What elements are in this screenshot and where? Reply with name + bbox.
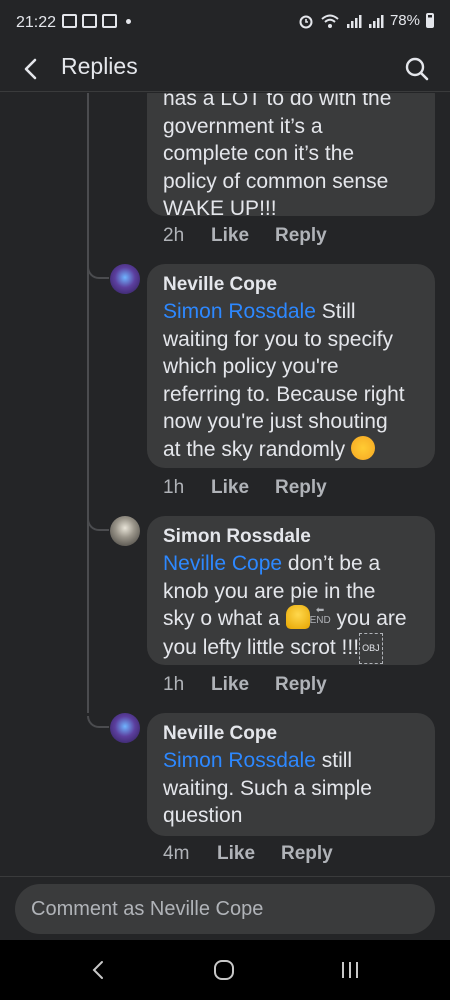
mention-link[interactable]: Simon Rossdale	[163, 749, 316, 772]
like-button[interactable]: Like	[211, 674, 275, 696]
system-back-button[interactable]	[80, 954, 116, 986]
comment-author[interactable]: Simon Rossdale	[163, 524, 419, 550]
app-notification-icon	[82, 14, 97, 28]
system-home-button[interactable]	[206, 954, 242, 986]
back-button[interactable]	[14, 52, 48, 86]
wifi-icon	[321, 14, 339, 28]
home-icon	[214, 960, 234, 980]
reply-button[interactable]: Reply	[281, 843, 333, 865]
composer-bar: Comment as Neville Cope	[0, 876, 450, 940]
comment-bubble[interactable]: Neville Cope Simon Rossdale Still waitin…	[147, 264, 435, 468]
comment-actions: 1h Like Reply	[163, 477, 327, 499]
comment-time: 1h	[163, 477, 185, 498]
comment-line: policy of common sense	[163, 169, 389, 193]
reply-button[interactable]: Reply	[275, 477, 327, 499]
comment-actions: 1h Like Reply	[163, 674, 327, 696]
thread-connector	[87, 716, 109, 728]
comment-time: 4m	[163, 843, 190, 864]
comment-bubble[interactable]: nas a LOT to do with the government it’s…	[147, 93, 435, 220]
notification-icons	[62, 14, 131, 28]
comment-author[interactable]: Neville Cope	[163, 272, 419, 298]
comment-line: question	[163, 804, 243, 827]
avatar[interactable]	[110, 713, 140, 743]
like-button[interactable]: Like	[211, 477, 275, 499]
calendar-notification-icon	[102, 14, 117, 28]
battery-percent: 78%	[389, 12, 420, 29]
mention-link[interactable]: Simon Rossdale	[163, 300, 316, 323]
mention-link[interactable]: Neville Cope	[163, 552, 282, 575]
thread-line	[87, 93, 89, 713]
comment-text: Simon Rossdale Still waiting for you to …	[163, 298, 419, 463]
comment-text: Simon Rossdale still waiting. Such a sim…	[163, 747, 419, 830]
comment-line: referring to. Because right	[163, 382, 405, 406]
search-icon	[405, 57, 429, 81]
comment-time: 2h	[163, 225, 185, 246]
comment-line: waiting. Such a simple	[163, 776, 372, 800]
comment-time: 1h	[163, 674, 185, 695]
app-header: Replies	[0, 48, 450, 92]
avatar[interactable]	[110, 516, 140, 546]
like-button[interactable]: Like	[211, 225, 275, 247]
more-notifications-dot-icon	[126, 18, 131, 24]
chevron-left-icon	[92, 961, 103, 979]
comment-bubble[interactable]: Simon Rossdale Neville Cope don’t be a k…	[147, 516, 435, 665]
comment-text: Neville Cope don’t be a knob you are pie…	[163, 550, 419, 664]
comment-actions: 2h Like Reply	[163, 225, 327, 247]
comment-line: which policy you're	[163, 355, 339, 378]
back-arrow-icon	[24, 58, 37, 80]
comment-author[interactable]: Neville Cope	[163, 721, 419, 747]
bell-emoji-icon	[285, 605, 310, 629]
comment-line: complete con it’s the	[163, 142, 355, 165]
comment-line: WAKE UP!!!	[163, 197, 277, 220]
battery-icon	[426, 13, 434, 28]
signal-2-icon	[368, 14, 384, 28]
thread-connector	[87, 519, 109, 531]
page-title: Replies	[61, 53, 138, 79]
comment-input[interactable]: Comment as Neville Cope	[15, 884, 435, 934]
comment-text: nas a LOT to do with the government it’s…	[163, 93, 419, 223]
comment-line: government it’s a	[163, 114, 323, 138]
comment-line: nas a LOT to do with the	[163, 93, 392, 110]
recents-icon	[342, 962, 358, 978]
reply-button[interactable]: Reply	[275, 674, 327, 696]
avatar[interactable]	[110, 264, 140, 294]
comment-line: now you're just shouting	[163, 410, 388, 433]
replies-thread: nas a LOT to do with the government it’s…	[0, 93, 450, 875]
status-indicators: 78%	[298, 12, 434, 29]
signal-1-icon	[346, 14, 362, 28]
gallery-notification-icon	[62, 14, 77, 28]
rolling-laughing-emoji-icon	[350, 435, 375, 460]
system-nav-bar	[0, 940, 450, 1000]
status-bar: 21:22 78%	[0, 0, 450, 48]
comment-input-placeholder: Comment as Neville Cope	[31, 897, 264, 920]
thread-connector	[87, 267, 109, 279]
reply-button[interactable]: Reply	[275, 225, 327, 247]
search-button[interactable]	[400, 52, 434, 86]
alarm-icon	[299, 15, 313, 28]
comment-line: knob you are pie in the	[163, 579, 376, 603]
comment-line: waiting for you to specify	[163, 327, 393, 351]
like-button[interactable]: Like	[217, 843, 281, 865]
comment-actions: 4m Like Reply	[163, 843, 333, 865]
system-recents-button[interactable]	[332, 954, 368, 986]
comment-bubble[interactable]: Neville Cope Simon Rossdale still waitin…	[147, 713, 435, 836]
end-arrow-icon: ⬅ END	[309, 605, 331, 626]
object-replacement-glyph: OBJ	[359, 632, 383, 664]
status-time: 21:22	[16, 14, 57, 31]
